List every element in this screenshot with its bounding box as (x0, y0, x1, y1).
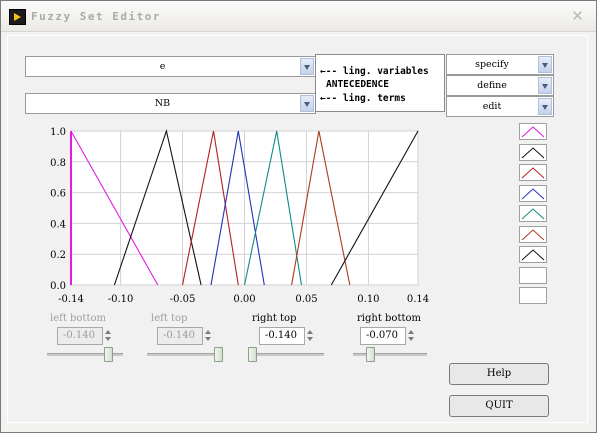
y-tick-label: 0.2 (50, 250, 66, 261)
swatch-line-icon (521, 187, 545, 199)
swatch-line-icon (521, 208, 545, 220)
chevron-down-icon[interactable] (300, 58, 314, 75)
chevron-down-icon[interactable] (538, 98, 552, 115)
left-bottom-input[interactable]: -0.140 (57, 327, 103, 345)
left-top-slider-track[interactable] (147, 353, 223, 356)
left-top-label: left top (151, 313, 188, 324)
x-tick-label: 0.10 (357, 294, 379, 305)
window-title: Fuzzy Set Editor (31, 10, 161, 23)
left-bottom-label: left bottom (50, 313, 106, 324)
swatch-line-icon (521, 167, 545, 179)
help-button[interactable]: Help (449, 363, 549, 385)
right-top-input[interactable]: -0.140 (259, 327, 305, 345)
define-value: define (477, 80, 507, 91)
membership-swatch[interactable] (519, 287, 547, 304)
specify-value: specify (475, 59, 509, 70)
right-top-stepper-icon[interactable] (306, 327, 316, 345)
y-tick-label: 0.8 (50, 158, 66, 169)
left-bottom-stepper-icon[interactable] (104, 327, 114, 345)
left-bottom-slider-thumb[interactable] (103, 347, 113, 362)
chevron-down-icon[interactable] (538, 56, 552, 73)
fuzzy-set-editor-window: Fuzzy Set Editor ✕ e NB ←-- ling. variab… (0, 0, 597, 433)
define-select[interactable]: define (446, 75, 554, 96)
right-bottom-slider-track[interactable] (353, 353, 427, 356)
right-bottom-stepper-icon[interactable] (407, 327, 417, 345)
swatch-line-icon (521, 126, 545, 138)
membership-swatch[interactable] (519, 205, 547, 222)
membership-swatch[interactable] (519, 184, 547, 202)
annotation-box: ←-- ling. variables ANTECEDENCE ←-- ling… (315, 54, 445, 112)
edit-value: edit (482, 101, 502, 112)
right-top-slider-thumb[interactable] (248, 347, 257, 362)
x-tick-label: -0.14 (58, 294, 84, 305)
x-tick-label: -0.10 (108, 294, 134, 305)
membership-swatch[interactable] (519, 143, 547, 161)
chevron-down-icon[interactable] (538, 77, 552, 94)
labview-app-icon (9, 9, 26, 25)
right-top-label: right top (252, 313, 297, 324)
antecedence-label: ANTECEDENCE (326, 79, 389, 90)
membership-swatch[interactable] (519, 123, 547, 140)
right-bottom-label: right bottom (357, 313, 421, 324)
x-tick-label: -0.05 (170, 294, 196, 305)
ling-terms-note: ←-- ling. terms (320, 93, 406, 104)
close-icon[interactable]: ✕ (568, 8, 587, 25)
y-tick-label: 0.6 (50, 189, 66, 200)
left-top-input[interactable]: -0.140 (157, 327, 203, 345)
ling-variable-select[interactable]: e (25, 56, 316, 77)
swatch-line-icon (521, 146, 545, 158)
quit-button[interactable]: QUIT (449, 395, 549, 417)
title-bar: Fuzzy Set Editor ✕ (1, 1, 596, 32)
y-tick-label: 0.4 (50, 219, 66, 230)
edit-select[interactable]: edit (446, 96, 554, 117)
membership-swatch[interactable] (519, 246, 547, 263)
left-top-stepper-icon[interactable] (204, 327, 214, 345)
y-tick-label: 1.0 (50, 127, 66, 138)
swatch-line-icon (521, 228, 545, 240)
ling-term-select[interactable]: NB (25, 93, 316, 114)
chevron-down-icon[interactable] (300, 95, 314, 112)
right-bottom-slider-thumb[interactable] (366, 347, 375, 362)
ling-variables-note: ←-- ling. variables (320, 66, 429, 77)
right-top-slider-track[interactable] (248, 353, 324, 356)
left-top-slider-thumb[interactable] (214, 347, 223, 362)
x-tick-label: 0.14 (407, 294, 429, 305)
y-tick-label: 0.0 (50, 281, 66, 292)
ling-term-value: NB (154, 98, 171, 109)
swatch-line-icon (521, 249, 545, 261)
specify-select[interactable]: specify (446, 54, 554, 75)
membership-swatch[interactable] (519, 164, 547, 181)
membership-swatch[interactable] (519, 225, 547, 243)
x-tick-label: 0.00 (233, 294, 255, 305)
ling-variable-value: e (159, 61, 166, 72)
membership-swatch[interactable] (519, 266, 547, 284)
x-tick-label: 0.05 (295, 294, 317, 305)
membership-function-chart[interactable]: -0.14 -0.10 -0.05 0.00 0.05 0.10 0.14 0.0 0.2 0.4… (21, 121, 441, 311)
right-bottom-input[interactable]: -0.070 (360, 327, 406, 345)
